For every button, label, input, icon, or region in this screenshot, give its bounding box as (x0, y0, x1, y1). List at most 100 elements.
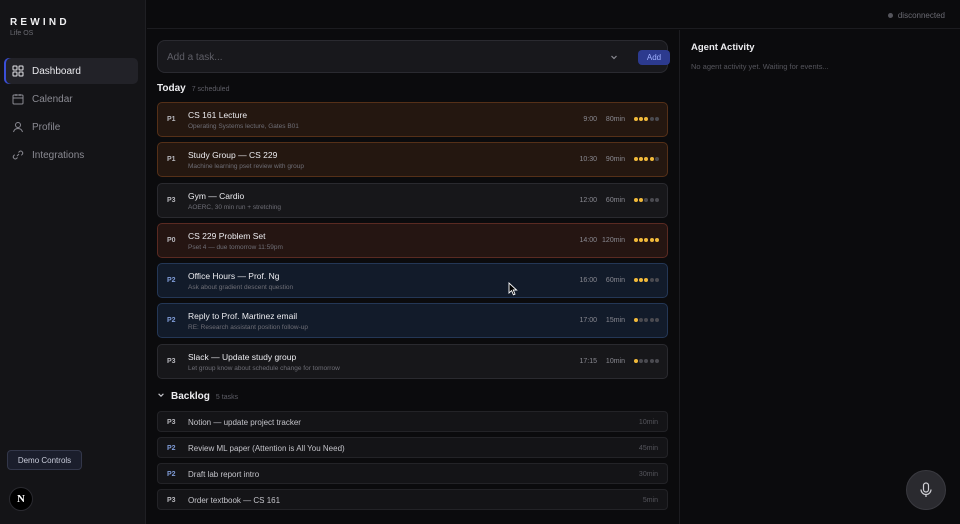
task-subtitle: Machine learning pset review with group (188, 163, 304, 171)
task-duration: 5min (642, 497, 658, 504)
add-task-button[interactable]: Add (638, 50, 670, 65)
backlog-header[interactable]: Backlog 5 tasks (157, 391, 238, 402)
task-time: 14:00 (579, 236, 597, 244)
task-row[interactable]: P0 CS 229 Problem Set Pset 4 — due tomorro… (157, 222, 668, 258)
connection-status-text: disconnected (897, 11, 945, 20)
energy-dot-icon (639, 117, 644, 121)
today-header: Today 7 scheduled (157, 83, 229, 94)
chevron-down-icon[interactable] (157, 391, 165, 399)
energy-dot-icon (644, 318, 649, 323)
link-icon (12, 149, 24, 161)
energy-dot-icon (655, 157, 659, 162)
energy-rating (633, 278, 659, 283)
agent-activity-panel: Agent Activity No agent activity yet. Wa… (679, 30, 960, 524)
status-dot-icon (887, 13, 893, 18)
priority-badge: P3 (167, 196, 176, 204)
energy-dot-icon (633, 278, 638, 283)
task-duration: 60min (605, 196, 625, 204)
energy-dot-icon (655, 237, 659, 242)
energy-dot-icon (644, 278, 649, 283)
chevron-down-icon[interactable] (609, 52, 619, 62)
sidebar-item-calendar[interactable]: Calendar (4, 86, 138, 112)
backlog-list: P3 Notion — update project tracker 10min P2… (157, 411, 668, 515)
energy-rating (633, 358, 659, 363)
priority-badge: P3 (167, 357, 176, 365)
task-duration: 60min (605, 277, 625, 285)
task-time: 10:30 (579, 156, 597, 164)
demo-controls-button[interactable]: Demo Controls (7, 450, 82, 470)
agent-activity-title: Agent Activity (691, 42, 755, 53)
energy-dot-icon (633, 197, 638, 202)
energy-dot-icon (644, 117, 649, 121)
task-title: CS 229 Problem Set (188, 230, 266, 241)
task-title: Gym — Cardio (188, 190, 245, 201)
energy-dot-icon (633, 237, 638, 242)
task-row[interactable]: P2 Reply to Prof. Martinez email RE: Resea… (157, 303, 668, 339)
sidebar-item-label: Calendar (32, 93, 73, 105)
energy-rating (633, 237, 659, 242)
energy-rating (633, 318, 659, 323)
backlog-row[interactable]: P2 Draft lab report intro 30min (157, 463, 668, 484)
sidebar-item-label: Profile (32, 121, 61, 133)
backlog-title: Backlog (171, 391, 210, 402)
task-duration: 15min (605, 317, 625, 325)
microphone-button[interactable] (906, 470, 946, 510)
task-title: Reply to Prof. Martinez email (188, 311, 298, 322)
main-content: Add Today 7 scheduled P1 CS 161 Lecture Op… (147, 30, 678, 524)
priority-badge: P0 (167, 236, 176, 244)
mouse-cursor-icon (508, 282, 518, 296)
task-duration: 10min (605, 357, 625, 365)
energy-dot-icon (649, 197, 654, 202)
task-time: 9:00 (583, 116, 597, 123)
task-row[interactable]: P3 Slack — Update study group Let group kn… (157, 343, 668, 379)
priority-badge: P1 (167, 116, 176, 123)
connection-status: disconnected (887, 11, 945, 20)
priority-badge: P2 (167, 277, 176, 285)
task-duration: 45min (638, 445, 658, 452)
brand-logo: REWIND (10, 17, 70, 28)
backlog-row[interactable]: P3 Order textbook — CS 161 5min (157, 489, 668, 510)
energy-dot-icon (649, 358, 654, 363)
energy-dot-icon (639, 358, 644, 363)
energy-dot-icon (639, 157, 644, 162)
energy-dot-icon (649, 117, 654, 121)
sidebar: REWIND Life OS Dashboard Calendar Profil… (0, 0, 146, 524)
energy-dot-icon (644, 197, 649, 202)
sidebar-nav: Dashboard Calendar Profile Integrations (4, 58, 138, 170)
energy-dot-icon (633, 157, 638, 162)
energy-dot-icon (644, 157, 649, 162)
today-count: 7 scheduled (191, 86, 230, 93)
energy-dot-icon (649, 237, 654, 242)
sidebar-item-dashboard[interactable]: Dashboard (4, 58, 138, 84)
task-title: Order textbook — CS 161 (188, 496, 281, 505)
sidebar-item-label: Integrations (32, 149, 85, 161)
top-bar: disconnected (147, 0, 960, 29)
task-row[interactable]: P2 Office Hours — Prof. Ng Ask about gradi… (157, 263, 668, 299)
backlog-row[interactable]: P2 Review ML paper (Attention is All You … (157, 437, 668, 458)
energy-dot-icon (644, 237, 649, 242)
task-time: 12:00 (579, 196, 597, 204)
task-duration: 80min (605, 116, 625, 123)
add-task-input[interactable] (167, 50, 597, 64)
sidebar-item-profile[interactable]: Profile (4, 114, 138, 140)
task-title: Review ML paper (Attention is All You Ne… (188, 444, 345, 453)
task-time: 16:00 (579, 277, 597, 285)
backlog-row[interactable]: P3 Notion — update project tracker 10min (157, 411, 668, 432)
energy-dot-icon (639, 318, 644, 323)
task-row[interactable]: P1 Study Group — CS 229 Machine learning p… (157, 142, 668, 178)
task-duration: 10min (638, 419, 658, 426)
task-row[interactable]: P3 Gym — Cardio AOERC, 30 min run + stretc… (157, 182, 668, 218)
task-duration: 120min (602, 236, 625, 244)
priority-badge: P3 (167, 497, 176, 504)
avatar[interactable]: N (9, 487, 33, 511)
task-subtitle: AOERC, 30 min run + stretching (188, 203, 282, 211)
agent-activity-empty: No agent activity yet. Waiting for event… (691, 62, 829, 71)
sidebar-item-integrations[interactable]: Integrations (4, 142, 138, 168)
today-title: Today (157, 83, 186, 94)
priority-badge: P2 (167, 317, 176, 325)
priority-badge: P2 (167, 471, 176, 478)
energy-dot-icon (655, 358, 659, 363)
task-row[interactable]: P1 CS 161 Lecture Operating Systems lectur… (157, 102, 668, 137)
energy-dot-icon (644, 358, 649, 363)
energy-dot-icon (639, 278, 644, 283)
